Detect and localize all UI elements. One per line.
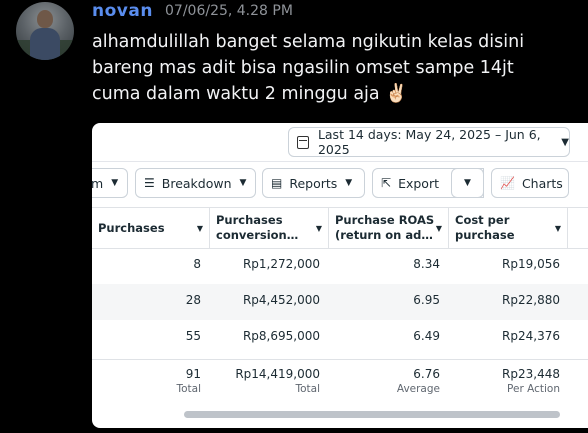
message-line-text: cuma dalam waktu 2 minggu aja — [92, 84, 380, 104]
sort-icon: ▼ — [315, 224, 322, 233]
table-row[interactable]: 28 Rp4,452,000 6.95 Rp22,880 — [92, 284, 588, 320]
breakdown-icon: ☰ — [144, 176, 155, 190]
total-value: 6.76 — [413, 367, 440, 381]
divider — [92, 161, 588, 162]
reports-button[interactable]: ▤ Reports ▼ — [262, 168, 365, 198]
date-range-picker[interactable]: Last 14 days: May 24, 2025 – Jun 6, 2025… — [288, 127, 570, 157]
total-caption: Total — [295, 383, 320, 395]
total-caption: Average — [396, 383, 440, 395]
caret-down-icon: ▼ — [561, 136, 569, 148]
column-header-label: conversion… — [216, 228, 299, 242]
export-label: Export — [398, 175, 439, 191]
message-line: bareng mas adit bisa ngasilin omset samp… — [92, 58, 514, 78]
caret-down-icon: ▼ — [111, 178, 119, 188]
total-roas: 6.76 Average — [397, 367, 440, 395]
total-purchases: 91 Total — [176, 367, 201, 395]
column-header-label: purchase — [455, 228, 515, 242]
cell-purchases: 28 — [185, 293, 201, 307]
column-header-roas[interactable]: Purchase ROAS (return on ad… ▼ — [329, 208, 448, 248]
calendar-icon — [297, 135, 309, 149]
total-cost-per-purchase: Rp23,448 Per Action — [502, 367, 560, 395]
message-text: alhamdulillah banget selama ngikutin kel… — [92, 29, 582, 107]
total-caption: Per Action — [507, 383, 560, 395]
column-header-label: Purchase ROAS — [335, 213, 435, 227]
column-header-label: Purchases — [98, 220, 165, 235]
breakdown-label: Breakdown — [161, 175, 232, 191]
cell-cost-per-purchase: Rp24,376 — [502, 329, 560, 343]
breakdown-button[interactable]: ☰ Breakdown ▼ — [135, 168, 256, 198]
sort-icon: ▼ — [554, 224, 561, 233]
sort-icon: ▼ — [196, 224, 203, 233]
message-line: cuma dalam waktu 2 minggu aja ✌🏻 — [92, 81, 582, 107]
column-header-cost-per-purchase[interactable]: Cost per purchase ▼ — [449, 208, 567, 248]
column-header-label: (return on ad… — [335, 228, 433, 242]
cell-cost-per-purchase: Rp22,880 — [502, 293, 560, 307]
caret-down-icon: ▼ — [464, 178, 471, 188]
total-value: Rp14,419,000 — [235, 367, 320, 381]
charts-label: Charts — [521, 175, 563, 191]
reports-label: Reports — [289, 175, 338, 191]
table-row[interactable]: 55 Rp8,695,000 6.49 Rp24,376 — [92, 320, 588, 356]
caret-down-icon: ▼ — [345, 178, 353, 188]
columns-dropdown-label: m — [92, 175, 104, 191]
caret-down-icon: ▼ — [239, 178, 247, 188]
cell-roas: 6.49 — [413, 329, 440, 343]
column-header-label: Purchases — [216, 213, 283, 227]
total-conversion: Rp14,419,000 Total — [235, 367, 320, 395]
horizontal-scrollbar[interactable] — [184, 411, 560, 418]
cell-roas: 6.95 — [413, 293, 440, 307]
cell-purchases: 8 — [193, 257, 201, 271]
column-header-conversion[interactable]: Purchases conversion… ▼ — [210, 208, 328, 248]
cell-conversion: Rp1,272,000 — [242, 257, 320, 271]
cell-conversion: Rp8,695,000 — [242, 329, 320, 343]
victory-hand-emoji: ✌🏻 — [385, 83, 408, 104]
cell-cost-per-purchase: Rp19,056 — [502, 257, 560, 271]
charts-button[interactable]: 📈 Charts — [491, 168, 569, 198]
date-range-label: Last 14 days: May 24, 2025 – Jun 6, 2025 — [317, 127, 541, 157]
columns-dropdown[interactable]: m ▼ — [92, 168, 128, 198]
total-value: 91 — [185, 367, 201, 381]
table-header: Purchases ▼ Purchases conversion… ▼ Purc… — [92, 207, 588, 249]
cell-purchases: 55 — [185, 329, 201, 343]
username[interactable]: novan — [92, 1, 153, 21]
column-divider — [567, 208, 568, 248]
total-value: Rp23,448 — [502, 367, 560, 381]
table-row[interactable]: 8 Rp1,272,000 8.34 Rp19,056 — [92, 248, 588, 284]
cell-conversion: Rp4,452,000 — [242, 293, 320, 307]
totals-row: 91 Total Rp14,419,000 Total 6.76 Average… — [92, 359, 588, 402]
export-dropdown-button[interactable]: ▼ — [451, 168, 484, 198]
reports-icon: ▤ — [271, 176, 283, 190]
column-header-purchases[interactable]: Purchases ▼ — [92, 208, 209, 248]
export-icon: ⇱ — [381, 176, 392, 190]
total-caption: Total — [176, 383, 201, 395]
ads-report-screenshot: Last 14 days: May 24, 2025 – Jun 6, 2025… — [92, 123, 588, 428]
cell-roas: 8.34 — [413, 257, 440, 271]
column-header-label: Cost per — [455, 213, 510, 227]
avatar[interactable] — [16, 2, 74, 60]
line-chart-icon: 📈 — [500, 176, 515, 190]
message-line: alhamdulillah banget selama ngikutin kel… — [92, 32, 525, 52]
sort-icon: ▼ — [435, 224, 442, 233]
message-timestamp: 07/06/25, 4.28 PM — [165, 3, 293, 19]
